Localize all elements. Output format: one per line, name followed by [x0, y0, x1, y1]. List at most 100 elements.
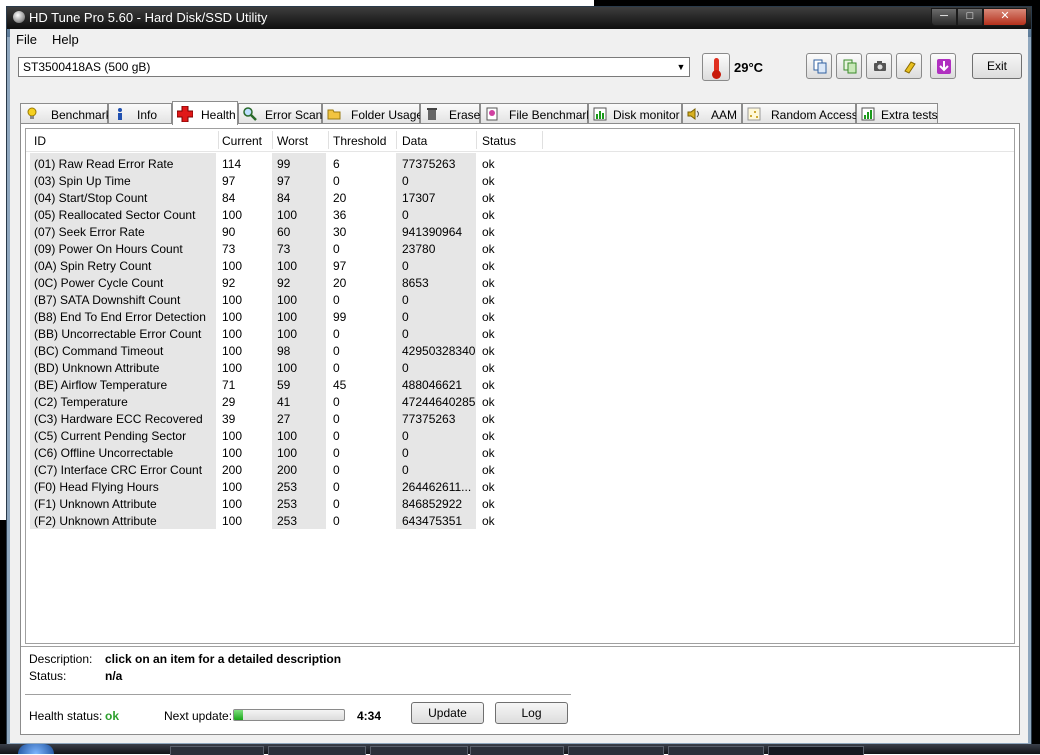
column-header-worst[interactable]: Worst [277, 134, 308, 148]
tab-info[interactable]: Info [108, 103, 172, 123]
start-button[interactable] [18, 744, 54, 754]
status-value: n/a [105, 669, 123, 683]
drive-select[interactable]: ST3500418AS (500 gB) ▼ [18, 57, 690, 77]
thermometer-icon [702, 53, 730, 81]
table-row[interactable]: (C3) Hardware ECC Recovered 39 27 0 77375263… [26, 410, 1014, 427]
table-row[interactable]: (BD) Unknown Attribute 100 100 0 0 ok [26, 359, 1014, 376]
tab-benchmark[interactable]: Benchmark [20, 103, 112, 123]
table-row[interactable]: (01) Raw Read Error Rate 114 99 6 77375263 ok [26, 155, 1014, 172]
cell-data: 0 [402, 310, 409, 324]
status-label: Status: [29, 669, 67, 683]
table-row[interactable]: (0A) Spin Retry Count 100 100 97 0 ok [26, 257, 1014, 274]
cell-data: 488046621 [402, 378, 463, 392]
cell-worst: 253 [277, 497, 298, 511]
tab-folder-usage[interactable]: Folder Usage [322, 103, 423, 123]
minimize-button[interactable]: ─ [931, 8, 957, 26]
table-row[interactable]: (09) Power On Hours Count 73 73 0 23780 ok [26, 240, 1014, 257]
table-row[interactable]: (C2) Temperature 29 41 0 47244640285 ok [26, 393, 1014, 410]
cell-current: 100 [222, 446, 243, 460]
smart-table[interactable]: ID Current Worst Threshold Data Status ( [25, 128, 1015, 644]
tab-health[interactable]: Health [172, 101, 238, 125]
cell-worst: 100 [277, 361, 298, 375]
column-header-status[interactable]: Status [482, 134, 516, 148]
table-row[interactable]: (07) Seek Error Rate 90 60 30 941390964 ok [26, 223, 1014, 240]
cell-threshold: 97 [333, 259, 347, 273]
table-row[interactable]: (C7) Interface CRC Error Count 200 200 0 0 ok [26, 461, 1014, 478]
divider [25, 694, 571, 695]
chevron-down-icon[interactable]: ▼ [673, 58, 689, 76]
cell-current: 71 [222, 378, 236, 392]
maximize-button[interactable]: □ [957, 8, 983, 26]
cell-worst: 200 [277, 463, 298, 477]
cell-id: (09) Power On Hours Count [34, 242, 183, 256]
table-row[interactable]: (F0) Head Flying Hours 100 253 0 264462611..… [26, 478, 1014, 495]
table-row[interactable]: (F2) Unknown Attribute 100 253 0 643475351 ok [26, 512, 1014, 529]
cell-current: 100 [222, 208, 243, 222]
divider [21, 646, 1019, 647]
tab-erase[interactable]: Erase [420, 103, 480, 123]
cell-data: 23780 [402, 242, 436, 256]
client-area: File Help ST3500418AS (500 gB) ▼ 29°C Ex… [10, 29, 1028, 743]
cell-status: ok [482, 327, 495, 341]
screenshot-button[interactable] [866, 53, 892, 79]
cell-status: ok [482, 259, 495, 273]
tab-aam[interactable]: AAM [682, 103, 742, 123]
tab-disk-monitor[interactable]: Disk monitor [588, 103, 682, 123]
health-status-value: ok [105, 709, 120, 723]
taskbar [0, 744, 1040, 755]
cell-threshold: 36 [333, 208, 347, 222]
cell-worst: 41 [277, 395, 291, 409]
cell-current: 100 [222, 361, 243, 375]
cell-id: (C7) Interface CRC Error Count [34, 463, 203, 477]
options-button[interactable] [896, 53, 922, 79]
close-button[interactable]: ✕ [983, 8, 1027, 26]
cell-threshold: 0 [333, 497, 340, 511]
cell-current: 100 [222, 259, 243, 273]
tab-error-scan[interactable]: Error Scan [238, 103, 322, 123]
table-row[interactable]: (BB) Uncorrectable Error Count 100 100 0 0 ok [26, 325, 1014, 342]
cell-data: 77375263 [402, 157, 456, 171]
log-button[interactable]: Log [495, 702, 568, 724]
disk-monitor-icon [593, 107, 607, 121]
extra-tests-icon [861, 107, 875, 121]
cell-status: ok [482, 276, 495, 290]
column-header-current[interactable]: Current [222, 134, 262, 148]
folder-icon [327, 109, 341, 120]
title-bar[interactable]: HD Tune Pro 5.60 - Hard Disk/SSD Utility… [7, 7, 1031, 29]
cell-current: 100 [222, 497, 243, 511]
table-row[interactable]: (BC) Command Timeout 100 98 0 42950328340 ok [26, 342, 1014, 359]
desktop-background [1032, 0, 1040, 754]
table-row[interactable]: (03) Spin Up Time 97 97 0 0 ok [26, 172, 1014, 189]
save-button[interactable] [930, 53, 956, 79]
tab-file-benchmark[interactable]: File Benchmark [480, 103, 592, 123]
table-row[interactable]: (BE) Airflow Temperature 71 59 45 488046621 o… [26, 376, 1014, 393]
cell-worst: 27 [277, 412, 291, 426]
table-row[interactable]: (04) Start/Stop Count 84 84 20 17307 ok [26, 189, 1014, 206]
tab-random-access[interactable]: Random Access [742, 103, 858, 123]
save-download-icon [937, 59, 951, 74]
cell-data: 941390964 [402, 225, 463, 239]
menu-file[interactable]: File [16, 32, 37, 47]
cell-data: 0 [402, 463, 409, 477]
copy-info-button[interactable] [836, 53, 862, 79]
tab-extra-tests[interactable]: Extra tests [856, 103, 938, 123]
cell-data: 42950328340 [402, 344, 476, 358]
cell-id: (07) Seek Error Rate [34, 225, 145, 239]
update-button[interactable]: Update [411, 702, 484, 724]
table-row[interactable]: (B7) SATA Downshift Count 100 100 0 0 ok [26, 291, 1014, 308]
column-header-threshold[interactable]: Threshold [333, 134, 386, 148]
table-row[interactable]: (C5) Current Pending Sector 100 100 0 0 ok [26, 427, 1014, 444]
table-row[interactable]: (0C) Power Cycle Count 92 92 20 8653 ok [26, 274, 1014, 291]
cell-threshold: 0 [333, 463, 340, 477]
column-header-id[interactable]: ID [34, 134, 46, 148]
table-row[interactable]: (05) Reallocated Sector Count 100 100 36 0 ok [26, 206, 1014, 223]
cell-threshold: 20 [333, 191, 347, 205]
column-header-data[interactable]: Data [402, 134, 427, 148]
menu-help[interactable]: Help [52, 32, 79, 47]
table-row[interactable]: (F1) Unknown Attribute 100 253 0 846852922 ok [26, 495, 1014, 512]
red-cross-icon [177, 106, 193, 122]
table-row[interactable]: (C6) Offline Uncorrectable 100 100 0 0 ok [26, 444, 1014, 461]
copy-text-button[interactable] [806, 53, 832, 79]
exit-button[interactable]: Exit [972, 53, 1022, 79]
table-row[interactable]: (B8) End To End Error Detection 100 100 99 0… [26, 308, 1014, 325]
